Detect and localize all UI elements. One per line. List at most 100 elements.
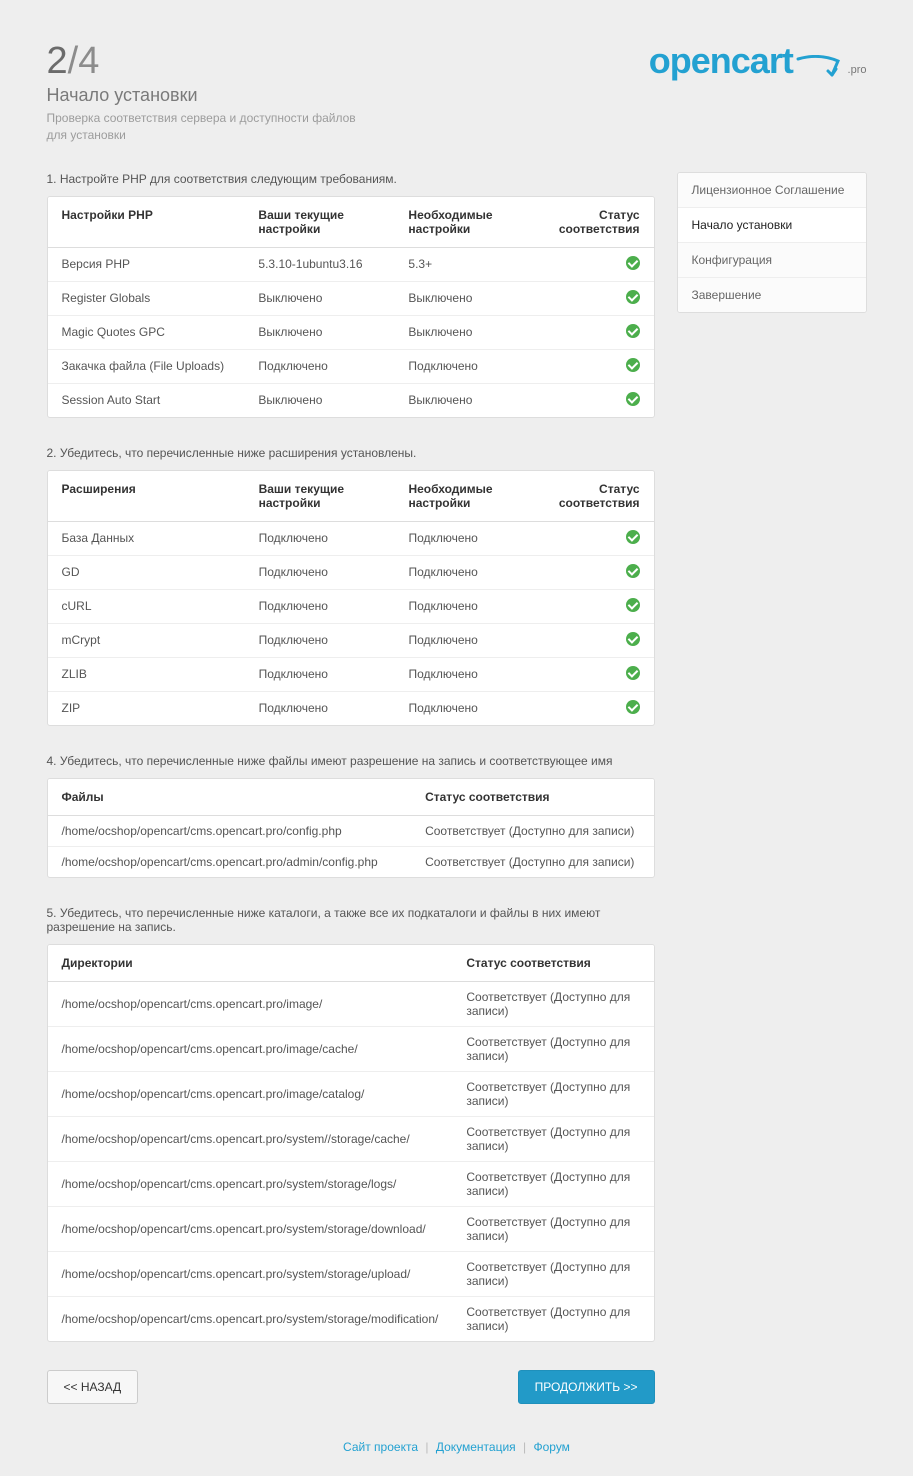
status-cell: Соответствует (Доступно для записи) [452,981,653,1026]
col-dir: Директории [48,945,453,982]
path-cell: /home/ocshop/opencart/cms.opencart.pro/s… [48,1206,453,1251]
table-row: mCryptПодключеноПодключено [48,623,654,657]
table-row: GDПодключеноПодключено [48,555,654,589]
logo-sub: .pro [848,64,867,76]
table-row: ZIPПодключеноПодключено [48,691,654,725]
check-ok-icon [626,700,640,714]
table-cell: Выключено [394,281,544,315]
table-cell: Версия PHP [48,247,245,281]
table-cell: Подключено [245,521,395,555]
status-cell [545,247,654,281]
logo-text: opencart [649,40,793,81]
status-cell: Соответствует (Доступно для записи) [452,1071,653,1116]
table-row: /home/ocshop/opencart/cms.opencart.pro/c… [48,815,654,846]
table-row: Session Auto StartВыключеноВыключено [48,383,654,417]
path-cell: /home/ocshop/opencart/cms.opencart.pro/s… [48,1251,453,1296]
table-cell: Закачка файла (File Uploads) [48,349,245,383]
sidebar-step-item[interactable]: Лицензионное Соглашение [678,173,866,208]
step-indicator: 2/4 Начало установки Проверка соответств… [47,40,367,144]
status-cell [545,623,654,657]
status-cell [545,555,654,589]
table-cell: mCrypt [48,623,245,657]
check-ok-icon [626,290,640,304]
table-row: /home/ocshop/opencart/cms.opencart.pro/s… [48,1116,654,1161]
check-ok-icon [626,358,640,372]
col-setting: Настройки PHP [48,197,245,248]
col-status: Статус соответствия [545,197,654,248]
status-cell: Соответствует (Доступно для записи) [452,1296,653,1341]
table-cell: Подключено [245,691,395,725]
table-cell: Session Auto Start [48,383,245,417]
status-cell: Соответствует (Доступно для записи) [411,815,653,846]
sidebar-step-item[interactable]: Завершение [678,278,866,312]
col-status: Статус соответствия [411,779,653,816]
table-cell: Подключено [245,623,395,657]
status-cell: Соответствует (Доступно для записи) [452,1161,653,1206]
table-cell: GD [48,555,245,589]
table-cell: Подключено [394,521,544,555]
steps-sidebar: Лицензионное СоглашениеНачало установкиК… [677,172,867,313]
status-cell [545,383,654,417]
col-current: Ваши текущие настройки [244,197,394,248]
back-button[interactable]: << НАЗАД [47,1370,139,1404]
path-cell: /home/ocshop/opencart/cms.opencart.pro/s… [48,1296,453,1341]
table-cell: Выключено [244,383,394,417]
path-cell: /home/ocshop/opencart/cms.opencart.pro/i… [48,1071,453,1116]
step-current: 2 [47,40,68,82]
table-cell: Выключено [244,281,394,315]
table-row: /home/ocshop/opencart/cms.opencart.pro/s… [48,1206,654,1251]
table-cell: Выключено [394,383,544,417]
table-cell: Подключено [394,691,544,725]
page-subtitle: Проверка соответствия сервера и доступно… [47,110,367,144]
continue-button[interactable]: ПРОДОЛЖИТЬ >> [518,1370,655,1404]
php-settings-table: Настройки PHP Ваши текущие настройки Нео… [47,196,655,418]
status-cell [545,349,654,383]
section-lead: 1. Настройте PHP для соответствия следую… [47,172,655,186]
table-row: /home/ocshop/opencart/cms.opencart.pro/s… [48,1251,654,1296]
table-cell: cURL [48,589,245,623]
table-cell: Подключено [394,555,544,589]
col-status: Статус соответствия [545,471,654,522]
cart-arrow-icon [796,55,842,85]
table-cell: Выключено [394,315,544,349]
check-ok-icon [626,530,640,544]
status-cell: Соответствует (Доступно для записи) [452,1251,653,1296]
status-cell [545,589,654,623]
col-current: Ваши текущие настройки [245,471,395,522]
footer-link-site[interactable]: Сайт проекта [343,1440,418,1454]
table-cell: База Данных [48,521,245,555]
table-cell: Выключено [244,315,394,349]
table-cell: Magic Quotes GPC [48,315,245,349]
table-row: /home/ocshop/opencart/cms.opencart.pro/i… [48,1071,654,1116]
table-cell: 5.3+ [394,247,544,281]
table-cell: Подключено [394,623,544,657]
col-status: Статус соответствия [452,945,653,982]
sidebar-step-item[interactable]: Начало установки [678,208,866,243]
status-cell: Соответствует (Доступно для записи) [452,1206,653,1251]
check-ok-icon [626,256,640,270]
status-cell: Соответствует (Доступно для записи) [452,1026,653,1071]
table-cell: 5.3.10-1ubuntu3.16 [244,247,394,281]
extensions-table: Расширения Ваши текущие настройки Необхо… [47,470,655,726]
footer-link-forum[interactable]: Форум [533,1440,569,1454]
path-cell: /home/ocshop/opencart/cms.opencart.pro/i… [48,981,453,1026]
check-ok-icon [626,392,640,406]
table-row: ZLIBПодключеноПодключено [48,657,654,691]
table-cell: Подключено [245,555,395,589]
logo: opencart .pro [649,40,867,144]
table-row: /home/ocshop/opencart/cms.opencart.pro/s… [48,1296,654,1341]
check-ok-icon [626,324,640,338]
footer-link-docs[interactable]: Документация [436,1440,516,1454]
table-cell: Подключено [394,349,544,383]
table-row: Закачка файла (File Uploads)ПодключеноПо… [48,349,654,383]
status-cell [545,657,654,691]
sidebar-step-item[interactable]: Конфигурация [678,243,866,278]
col-required: Необходимые настройки [394,471,544,522]
footer: Сайт проекта | Документация | Форум [0,1432,913,1476]
path-cell: /home/ocshop/opencart/cms.opencart.pro/s… [48,1116,453,1161]
section-lead: 2. Убедитесь, что перечисленные ниже рас… [47,446,655,460]
status-cell: Соответствует (Доступно для записи) [452,1116,653,1161]
path-cell: /home/ocshop/opencart/cms.opencart.pro/i… [48,1026,453,1071]
table-row: /home/ocshop/opencart/cms.opencart.pro/i… [48,1026,654,1071]
table-cell: Подключено [245,589,395,623]
